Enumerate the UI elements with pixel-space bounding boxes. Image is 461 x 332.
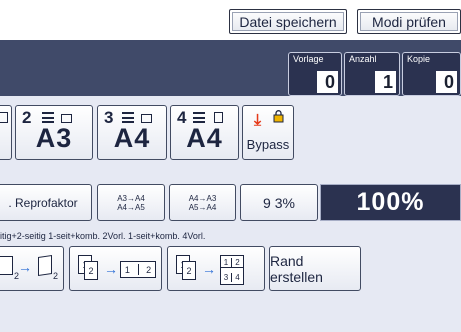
bypass-arrow-icon: ⤓ (254, 112, 262, 129)
current-ratio-display: 100% (320, 184, 461, 221)
paper-tray-2-button[interactable]: 2 A3 (15, 105, 93, 160)
preset-top: A3→A4 (117, 193, 145, 203)
preset-bottom: A5→A4 (188, 202, 217, 212)
quantity-counter: Anzahl 1 (344, 52, 400, 96)
duplex-2-to-2-button[interactable]: 2 → 2 (0, 246, 64, 291)
combine-2-originals-button[interactable]: 1 2 → 1 2 (69, 246, 162, 291)
sheet-icon (0, 112, 8, 123)
page-icon (38, 255, 52, 276)
landscape-sheet-icon (61, 114, 72, 123)
page-icon: 2 (84, 261, 98, 280)
arrow-right-icon: → (104, 261, 118, 277)
page-icon: 2 (182, 261, 196, 280)
paper-size: A4 (113, 123, 151, 153)
paper-tray-1-button[interactable] (0, 105, 12, 160)
auto-reduce-enlarge-button[interactable]: . Reprofaktor (0, 184, 92, 221)
combined-4up-sheet-icon: 1 2 3 4 (220, 255, 244, 285)
originals-value: 0 (317, 71, 338, 93)
preset-bottom: A4→A5 (117, 202, 145, 212)
paper-tray-4-button[interactable]: 4 A4 (170, 105, 239, 160)
preset-93-percent-button[interactable]: 9 3% (240, 184, 318, 221)
copies-value: 0 (436, 71, 457, 93)
preset-a4-a3-button[interactable]: A4→A3 A5→A4 (169, 184, 236, 221)
quantity-value: 1 (375, 71, 396, 93)
portrait-sheet-icon (214, 112, 223, 123)
create-margin-button[interactable]: Rand erstellen (269, 246, 361, 291)
save-file-button[interactable]: Datei speichern (229, 9, 347, 34)
arrow-right-icon: → (202, 261, 216, 277)
originals-counter: Vorlage 0 (288, 52, 342, 96)
combine-4-originals-button[interactable]: 1 2 → 1 2 3 4 (167, 246, 265, 291)
page-icon (0, 256, 13, 275)
paper-tray-3-button[interactable]: 3 A4 (97, 105, 167, 160)
quantity-label: Anzahl (349, 54, 377, 64)
preset-a3-a4-button[interactable]: A3→A4 A4→A5 (97, 184, 165, 221)
check-modes-button[interactable]: Modi prüfen (357, 9, 461, 34)
copies-counter: Kopie 0 (402, 52, 461, 96)
paper-size: A3 (35, 123, 73, 153)
bypass-tray-button[interactable]: ⤓ Bypass (242, 105, 294, 160)
duplex-caption: itig+2-seitig 1-seit+komb. 2Vorl. 1-seit… (0, 231, 206, 241)
combined-sheet-icon: 1 2 (120, 261, 156, 278)
originals-label: Vorlage (293, 54, 324, 64)
page-number: 2 (53, 271, 59, 281)
bypass-label: Bypass (246, 137, 290, 152)
copies-label: Kopie (407, 54, 431, 64)
paper-size: A4 (186, 123, 223, 153)
landscape-sheet-icon (141, 114, 152, 123)
lock-icon (273, 110, 284, 123)
arrow-right-icon: → (18, 259, 32, 275)
preset-top: A4→A3 (188, 193, 217, 203)
